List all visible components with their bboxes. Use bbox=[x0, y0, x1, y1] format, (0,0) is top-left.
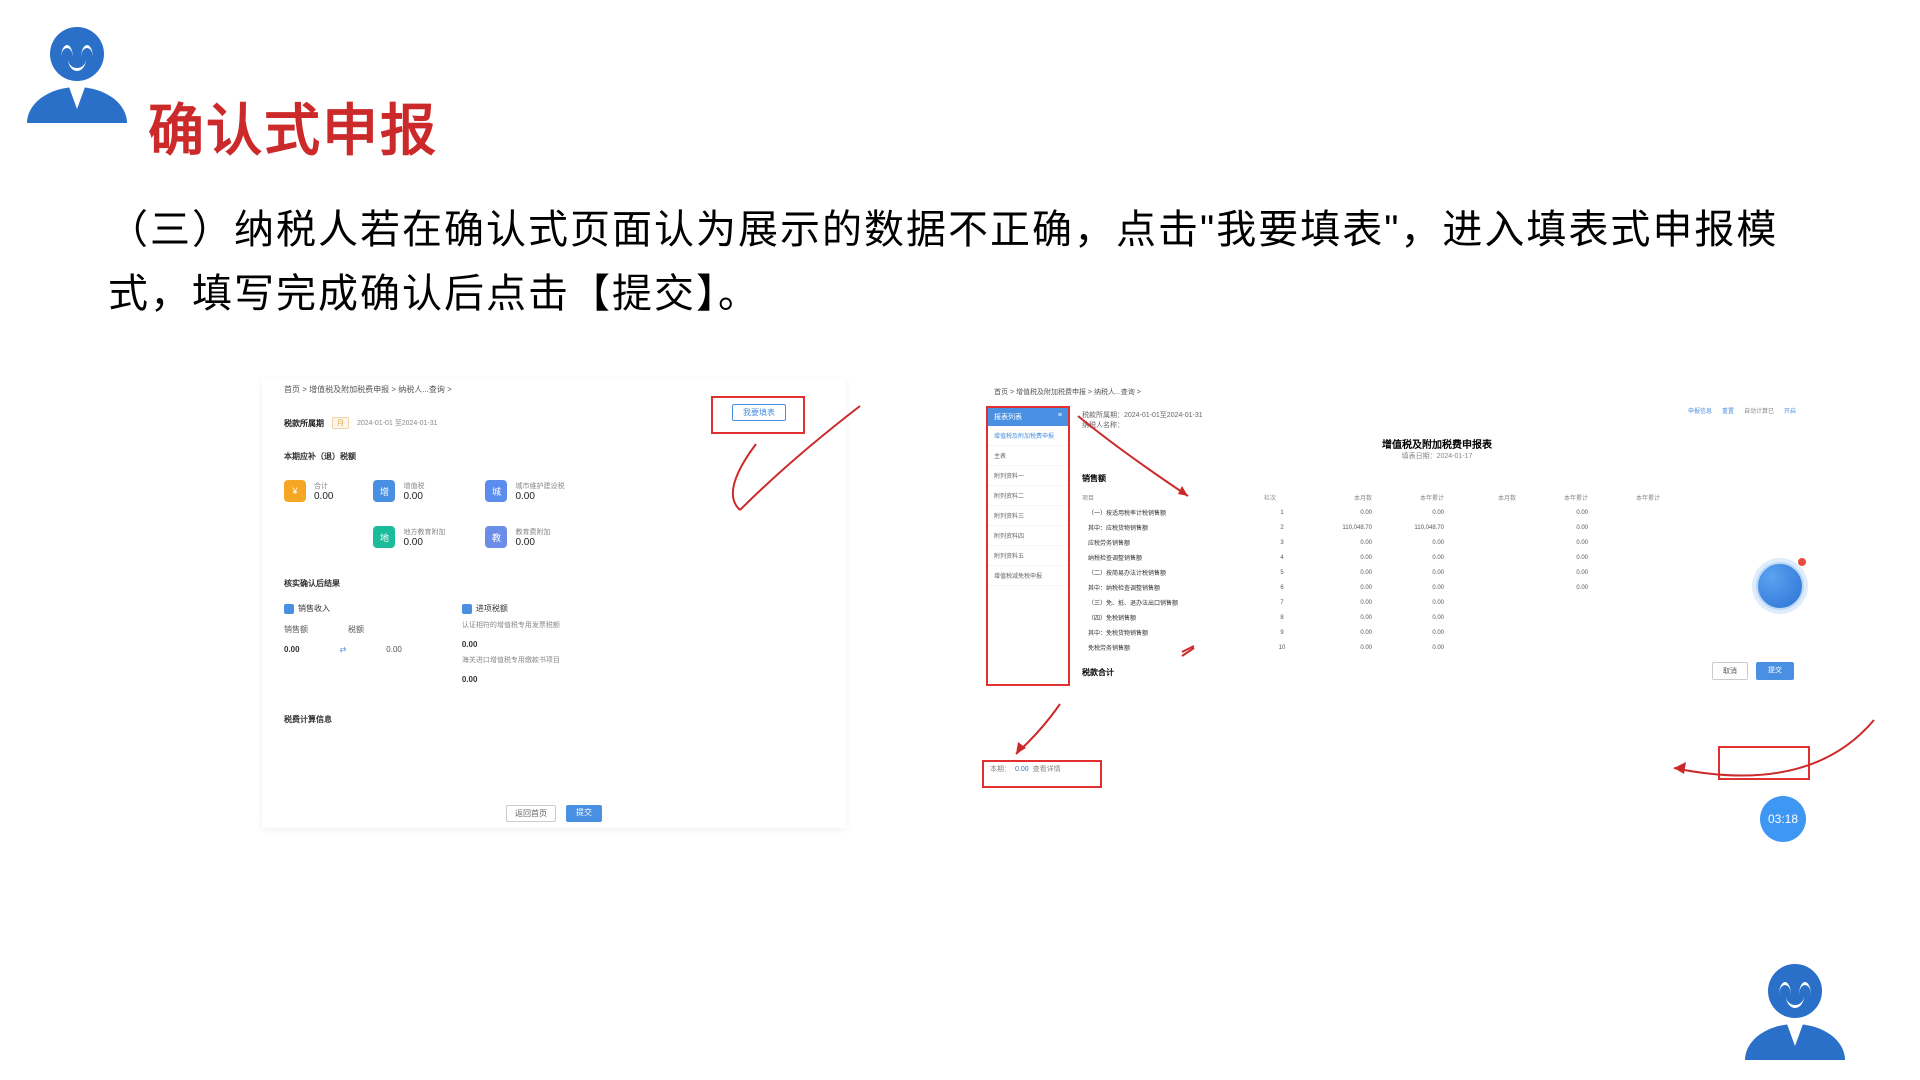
autocalc-toggle[interactable]: 开启 bbox=[1784, 406, 1796, 415]
link-info[interactable]: 申报信息 bbox=[1688, 406, 1712, 415]
col-sales-label: 销售收入 bbox=[298, 603, 330, 614]
slide-title: 确认式申报 bbox=[148, 86, 438, 167]
period-dates: 2024-01-01 至2024-01-31 bbox=[357, 418, 438, 428]
side-item[interactable]: 附列资料三 bbox=[988, 506, 1068, 526]
local-edu-icon: 地 bbox=[373, 526, 395, 548]
side-item[interactable]: 附列资料四 bbox=[988, 526, 1068, 546]
table-row: （三）免、抵、退办法出口销售额70.000.00 bbox=[1082, 595, 1792, 610]
input-desc2-v: 0.00 bbox=[462, 675, 478, 684]
period-badge: 月 bbox=[332, 417, 349, 429]
stat-total-value: 0.00 bbox=[314, 491, 333, 502]
confirm-result-label: 核实确认后结果 bbox=[284, 578, 824, 589]
th: 项目 bbox=[1082, 493, 1262, 502]
period-text: 税款所属期：2024-01-01至2024-01-31 bbox=[1082, 412, 1203, 419]
th: 本年累计 bbox=[1590, 493, 1660, 502]
side-item[interactable]: 增值税及附加税费申报 bbox=[988, 426, 1068, 446]
th: 本月数 bbox=[1446, 493, 1516, 502]
col-input-label: 进项税额 bbox=[476, 603, 508, 614]
report-list-panel: 报表列表 ≡ 增值税及附加税费申报 主表 附列资料一 附列资料二 附列资料三 附… bbox=[986, 406, 1070, 686]
table-row: （二）按简易办法计税销售额50.000.000.00 bbox=[1082, 565, 1792, 580]
notification-dot-icon bbox=[1798, 558, 1806, 566]
table-row: 其中：免税货物销售额90.000.00 bbox=[1082, 625, 1792, 640]
th: 本年累计 bbox=[1374, 493, 1444, 502]
period-label: 税款所属期 bbox=[284, 418, 324, 429]
side-item[interactable]: 增值税减免税申报 bbox=[988, 566, 1068, 586]
stat-vat-label: 增值税 bbox=[403, 481, 424, 491]
assistant-avatar-icon[interactable] bbox=[1756, 562, 1804, 610]
table-row: 应税劳务销售额30.000.000.00 bbox=[1082, 535, 1792, 550]
form-subtitle: 填表日期：2024-01-17 bbox=[1082, 451, 1792, 461]
square-icon bbox=[462, 604, 472, 614]
table-row: 免税劳务销售额100.000.00 bbox=[1082, 640, 1792, 655]
stat-city-label: 城市维护建设税 bbox=[515, 481, 564, 491]
input-desc1: 认证相符的增值税专用发票税额 bbox=[462, 620, 560, 630]
row-sales-l: 销售额 bbox=[284, 624, 308, 635]
input-desc1-v: 0.00 bbox=[462, 640, 478, 649]
section-sales: 销售额 bbox=[1082, 473, 1792, 484]
side-item[interactable]: 主表 bbox=[988, 446, 1068, 466]
table-row: 其中：应税货物销售额2110,048.70110,048.700.00 bbox=[1082, 520, 1792, 535]
stat-city-value: 0.00 bbox=[515, 491, 564, 502]
table-row: 纳税检查调整销售额40.000.000.00 bbox=[1082, 550, 1792, 565]
side-item[interactable]: 附列资料五 bbox=[988, 546, 1068, 566]
section-total: 税款合计 bbox=[1082, 667, 1792, 678]
square-icon bbox=[284, 604, 294, 614]
highlight-box bbox=[1718, 746, 1810, 780]
period-total-label: 本期： bbox=[990, 764, 1011, 774]
person-icon bbox=[27, 27, 127, 123]
th: 本年累计 bbox=[1518, 493, 1588, 502]
row-sales-rv: 0.00 bbox=[386, 645, 402, 654]
input-desc2: 海关进口增值税专用缴款书项目 bbox=[462, 655, 560, 665]
screenshot-form-mode: 首页 > 增值税及附加税费申报 > 纳税人...查询 > 报表列表 ≡ 增值税及… bbox=[982, 382, 1804, 800]
side-item[interactable]: 附列资料二 bbox=[988, 486, 1068, 506]
stat-loc-label: 地方教育附加 bbox=[403, 527, 445, 537]
cancel-button[interactable]: 取消 bbox=[1712, 662, 1748, 680]
city-tax-icon: 城 bbox=[485, 480, 507, 502]
stat-vat-value: 0.00 bbox=[403, 491, 424, 502]
stat-edu-value: 0.00 bbox=[515, 537, 550, 548]
side-item[interactable]: 附列资料一 bbox=[988, 466, 1068, 486]
stat-loc-value: 0.00 bbox=[403, 537, 445, 548]
th: 栏次 bbox=[1264, 493, 1300, 502]
collapse-icon[interactable]: ≡ bbox=[1058, 412, 1062, 422]
link-reset[interactable]: 重置 bbox=[1722, 406, 1734, 415]
stat-total-label: 合计 bbox=[314, 481, 333, 491]
highlight-box bbox=[711, 396, 805, 434]
edu-fee-icon: 教 bbox=[485, 526, 507, 548]
period-total-tail[interactable]: 查看详情 bbox=[1033, 764, 1061, 774]
table-row: （一）按适用税率计税销售额10.000.000.00 bbox=[1082, 505, 1792, 520]
data-table: 项目 栏次 本月数 本年累计 本月数 本年累计 本年累计 （一）按适用税率计税销… bbox=[1082, 490, 1792, 655]
section-refund-label: 本期应补（退）税额 bbox=[284, 451, 824, 462]
person-icon bbox=[1745, 964, 1845, 1060]
holder-text: 纳税人名称： bbox=[1082, 422, 1124, 429]
submit-button[interactable]: 提交 bbox=[566, 805, 602, 822]
sum-icon: ¥ bbox=[284, 480, 306, 502]
autocalc-label: 自动计算已 bbox=[1744, 406, 1774, 415]
table-row: 其中：纳税检查调整销售额60.000.000.00 bbox=[1082, 580, 1792, 595]
calc-info-label: 税费计算信息 bbox=[284, 714, 824, 725]
back-button[interactable]: 返回首页 bbox=[506, 805, 556, 822]
table-row: （四）免税销售额80.000.00 bbox=[1082, 610, 1792, 625]
slide-paragraph: （三）纳税人若在确认式页面认为展示的数据不正确，点击"我要填表"，进入填表式申报… bbox=[108, 198, 1840, 326]
period-total-amount: 0.00 bbox=[1015, 766, 1029, 773]
report-list-title: 报表列表 bbox=[994, 412, 1022, 422]
row-sales-r: 税额 bbox=[348, 624, 364, 635]
screenshot-confirm-mode: 首页 > 增值税及附加税费申报 > 纳税人...查询 > 税款所属期 月 202… bbox=[262, 378, 846, 828]
form-title: 增值税及附加税费申报表 bbox=[1082, 436, 1792, 451]
th: 本月数 bbox=[1302, 493, 1372, 502]
breadcrumb: 首页 > 增值税及附加税费申报 > 纳税人...查询 > bbox=[982, 382, 1804, 402]
vat-icon: 增 bbox=[373, 480, 395, 502]
submit-button[interactable]: 提交 bbox=[1756, 662, 1794, 680]
timestamp-badge: 03:18 bbox=[1760, 796, 1806, 842]
row-sales-lv: 0.00 bbox=[284, 645, 300, 654]
stat-edu-label: 教育费附加 bbox=[515, 527, 550, 537]
